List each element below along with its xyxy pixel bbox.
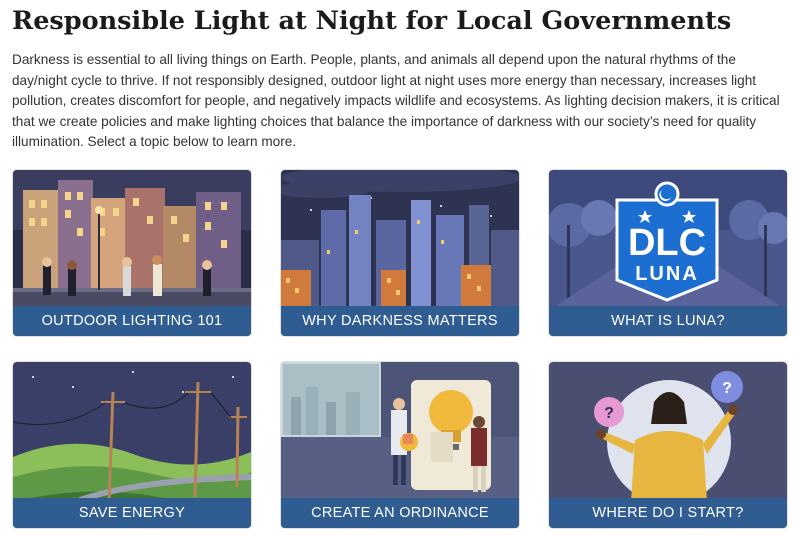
card-where-do-i-start[interactable]: ? ? WHERE DO I START?	[549, 362, 787, 528]
card-label: WHERE DO I START?	[549, 498, 787, 528]
card-create-an-ordinance[interactable]: CREATE AN ORDINANCE	[281, 362, 519, 528]
card-what-is-luna[interactable]: DLC LUNA WHAT IS LUNA?	[549, 170, 787, 336]
intro-paragraph: Darkness is essential to all living thin…	[12, 52, 780, 149]
card-label: WHAT IS LUNA?	[549, 306, 787, 336]
card-save-energy[interactable]: SAVE ENERGY	[13, 362, 251, 528]
card-label: WHY DARKNESS MATTERS	[281, 306, 519, 336]
question-mark-right: ?	[722, 380, 732, 397]
page-title: Responsible Light at Night for Local Gov…	[12, 6, 732, 36]
card-label: SAVE ENERGY	[13, 498, 251, 528]
question-mark-left: ?	[604, 405, 614, 422]
card-why-darkness-matters[interactable]: WHY DARKNESS MATTERS	[281, 170, 519, 336]
logo-luna-text: LUNA	[635, 263, 699, 285]
card-label: OUTDOOR LIGHTING 101	[13, 306, 251, 336]
logo-dlc-text: DLC	[628, 222, 706, 264]
page: Responsible Light at Night for Local Gov…	[0, 0, 800, 537]
card-label: CREATE AN ORDINANCE	[281, 498, 519, 528]
card-outdoor-lighting-101[interactable]: OUTDOOR LIGHTING 101	[13, 170, 251, 336]
